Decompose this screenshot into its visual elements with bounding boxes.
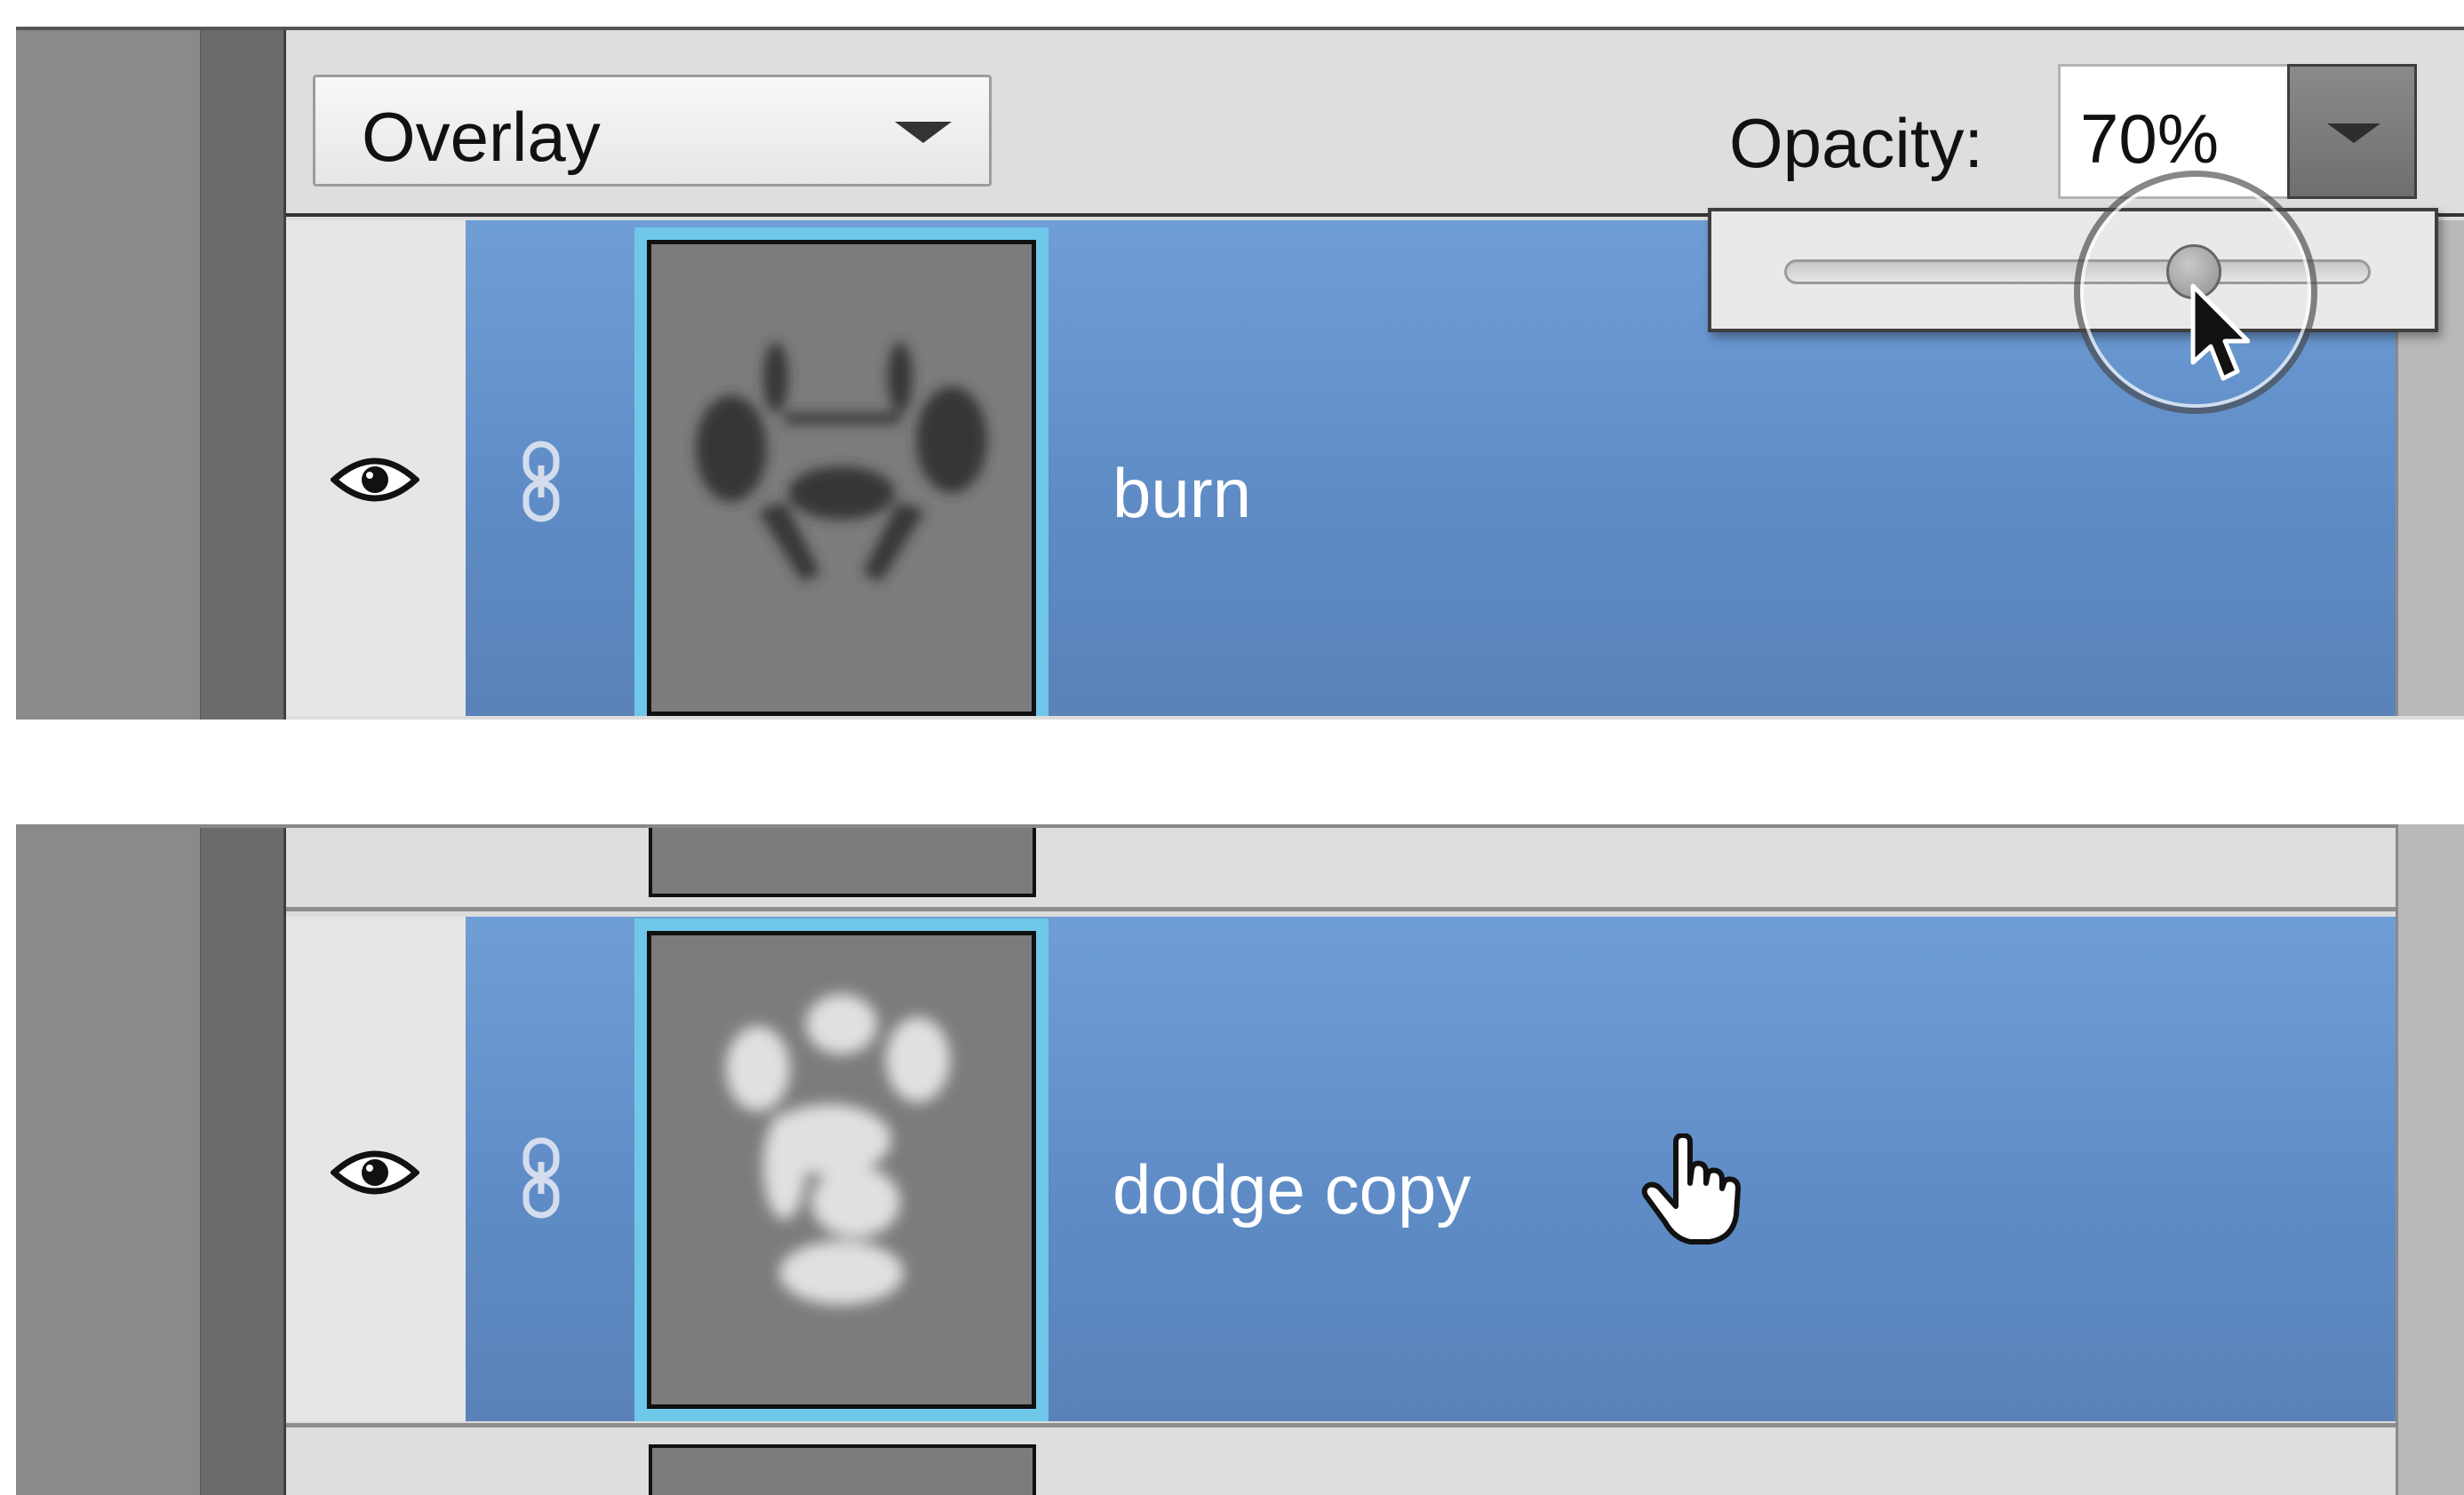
- dodge-thumbnail-image: [726, 994, 950, 1305]
- adjacent-layer-thumbnail: [649, 828, 1036, 897]
- opacity-value: 70%: [2080, 99, 2220, 178]
- opacity-dropdown-button[interactable]: [2287, 64, 2417, 199]
- layer-visibility-cell[interactable]: [286, 220, 466, 716]
- layer-name[interactable]: dodge copy: [1112, 1155, 1471, 1224]
- hand-cursor-icon: [1641, 1133, 1741, 1245]
- layer-thumbnail: [647, 931, 1036, 1409]
- panel-gutter: [16, 30, 203, 720]
- layer-row-above[interactable]: [286, 828, 2464, 911]
- panel-scrollbar[interactable]: [2396, 824, 2464, 1495]
- arrow-cursor-icon: [2190, 283, 2250, 381]
- layer-row-below[interactable]: [286, 1423, 2464, 1495]
- burn-thumbnail-image: [696, 342, 987, 582]
- layer-visibility-cell[interactable]: [286, 917, 466, 1421]
- blend-mode-dropdown[interactable]: Overlay: [313, 75, 992, 187]
- layer-thumbnail: [647, 240, 1036, 716]
- opacity-slider-popup: [1708, 208, 2438, 332]
- layer-name[interactable]: burn: [1112, 458, 1251, 528]
- link-icon[interactable]: [514, 439, 569, 524]
- blend-mode-value: Overlay: [362, 98, 601, 176]
- eye-icon[interactable]: [331, 1146, 419, 1199]
- adjacent-layer-thumbnail: [649, 1444, 1036, 1495]
- layer-thumbnail-frame[interactable]: [634, 918, 1049, 1421]
- chevron-down-icon: [895, 122, 952, 143]
- chevron-down-icon: [2327, 123, 2380, 143]
- link-icon[interactable]: [514, 1135, 569, 1221]
- panel-gutter-inner: [201, 828, 286, 1495]
- layer-thumbnail-frame[interactable]: [634, 227, 1049, 716]
- opacity-label: Opacity:: [1729, 104, 1984, 182]
- eye-icon[interactable]: [331, 453, 419, 506]
- panel-gutter-inner: [201, 30, 286, 720]
- panel-gutter: [16, 828, 203, 1495]
